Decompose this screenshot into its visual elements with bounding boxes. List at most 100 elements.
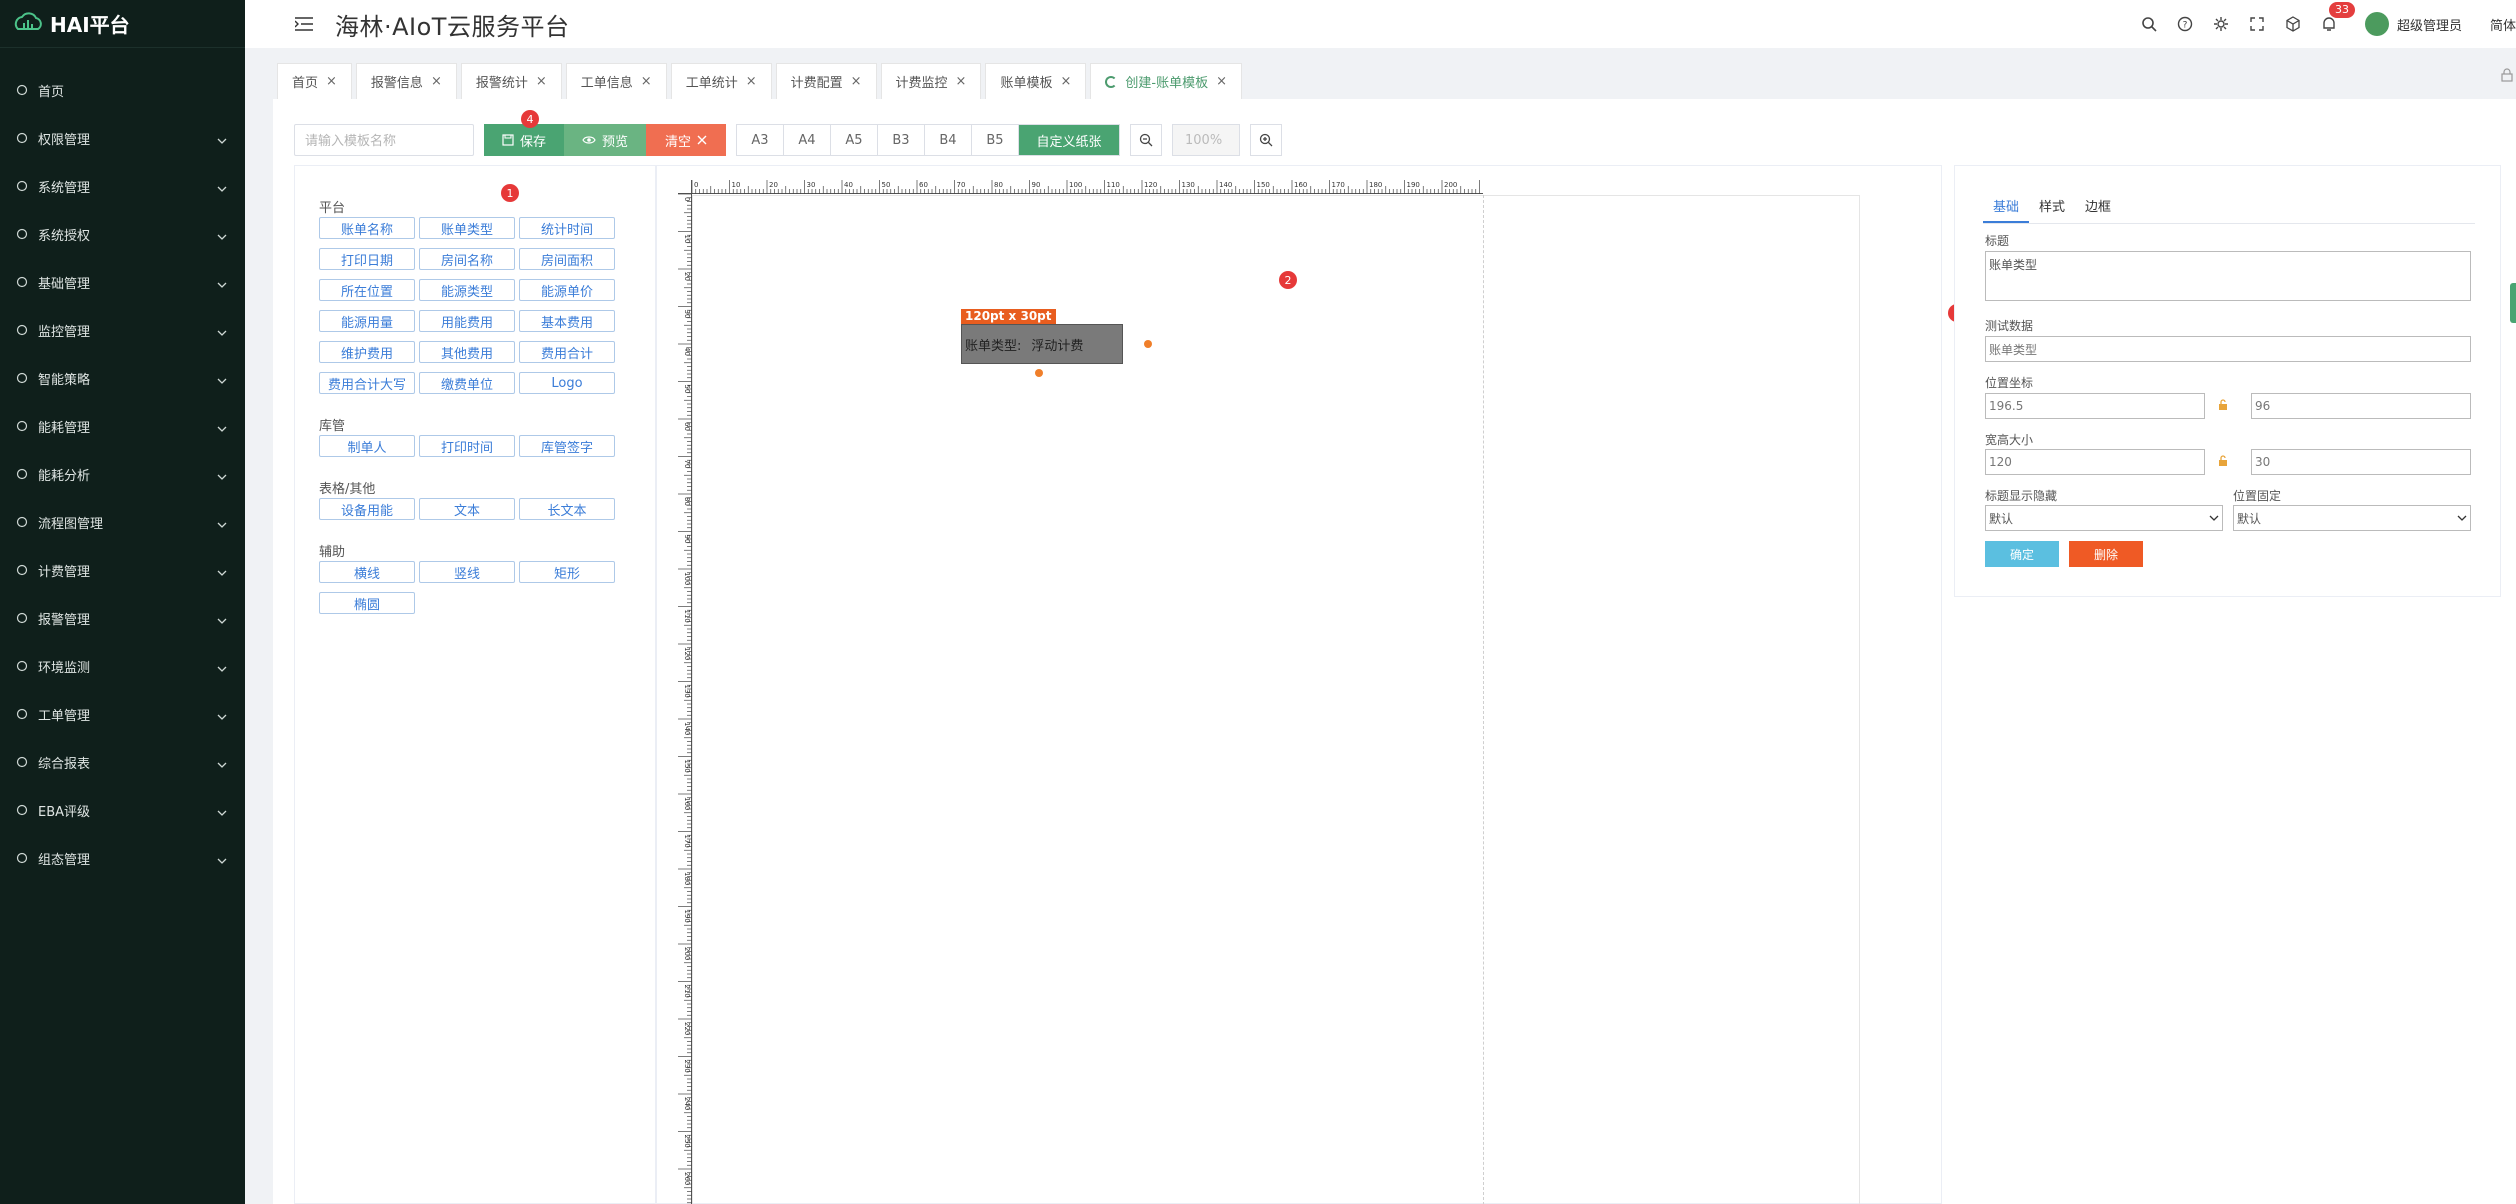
avatar[interactable]	[2364, 12, 2389, 36]
palette-field-button[interactable]: Logo	[519, 372, 615, 394]
palette-field-button[interactable]: 统计时间	[519, 217, 615, 239]
tab[interactable]: 报警统计 ×	[460, 63, 562, 99]
close-icon[interactable]: ×	[1060, 74, 1071, 89]
close-icon[interactable]: ×	[851, 74, 862, 89]
sidebar-item[interactable]: 监控管理	[0, 306, 245, 354]
confirm-button[interactable]: 确定	[1985, 541, 2059, 567]
user-name[interactable]: 超级管理员	[2397, 15, 2462, 34]
palette-field-button[interactable]: 椭圆	[319, 592, 415, 614]
palette-field-button[interactable]: 房间名称	[419, 248, 515, 270]
palette-field-button[interactable]: 打印时间	[419, 435, 515, 457]
size-lock-icon[interactable]	[2217, 455, 2231, 469]
test-data-input[interactable]	[1985, 336, 2471, 362]
close-icon[interactable]: ×	[641, 74, 652, 89]
palette-field-button[interactable]: 缴费单位	[419, 372, 515, 394]
title-display-select[interactable]: 默认	[1985, 505, 2223, 531]
palette-field-button[interactable]: 账单类型	[419, 217, 515, 239]
paper-size-button[interactable]: B4	[925, 125, 972, 155]
paper-size-button[interactable]: B5	[972, 125, 1019, 155]
sidebar-item[interactable]: 报警管理	[0, 594, 245, 642]
properties-tab[interactable]: 基础	[1983, 196, 2030, 223]
palette-field-button[interactable]: 能源用量	[319, 310, 415, 332]
sidebar-item[interactable]: 计费管理	[0, 546, 245, 594]
resize-handle-bottom[interactable]	[1035, 369, 1043, 377]
sidebar-item[interactable]: 首页	[0, 66, 245, 114]
tab[interactable]: 首页 ×	[277, 63, 352, 99]
tab[interactable]: 计费配置 ×	[775, 63, 877, 99]
sidebar-item[interactable]: 综合报表	[0, 738, 245, 786]
sidebar-item[interactable]: 环境监测	[0, 642, 245, 690]
close-icon[interactable]: ×	[536, 74, 547, 89]
palette-field-button[interactable]: 能源类型	[419, 279, 515, 301]
close-icon[interactable]: ×	[956, 74, 967, 89]
fullscreen-icon[interactable]	[2239, 6, 2275, 42]
lock-icon[interactable]	[2500, 68, 2516, 84]
height-input[interactable]	[2251, 449, 2471, 475]
custom-paper-button[interactable]: 自定义纸张	[1019, 125, 1119, 155]
resize-handle-right[interactable]	[1144, 340, 1152, 348]
palette-field-button[interactable]: 用能费用	[419, 310, 515, 332]
palette-field-button[interactable]: 打印日期	[319, 248, 415, 270]
palette-field-button[interactable]: 所在位置	[319, 279, 415, 301]
position-y-input[interactable]	[2251, 393, 2471, 419]
close-icon[interactable]: ×	[746, 74, 757, 89]
sidebar-item[interactable]: 能耗管理	[0, 402, 245, 450]
zoom-out-button[interactable]	[1130, 124, 1162, 156]
palette-field-button[interactable]: 制单人	[319, 435, 415, 457]
position-x-input[interactable]	[1985, 393, 2205, 419]
paper-size-button[interactable]: A4	[784, 125, 831, 155]
search-icon[interactable]	[2131, 6, 2167, 42]
logo[interactable]: HAI平台	[0, 0, 245, 48]
sidebar-item[interactable]: 工单管理	[0, 690, 245, 738]
position-lock-icon[interactable]	[2217, 399, 2231, 413]
sidebar-item[interactable]: 系统授权	[0, 210, 245, 258]
palette-field-button[interactable]: 维护费用	[319, 341, 415, 363]
selected-canvas-element[interactable]: 账单类型: 浮动计费	[961, 324, 1123, 364]
delete-button[interactable]: 删除	[2069, 541, 2143, 567]
template-name-input[interactable]	[294, 124, 474, 156]
sidebar-item[interactable]: 基础管理	[0, 258, 245, 306]
properties-tab[interactable]: 样式	[2029, 196, 2075, 223]
position-fixed-select[interactable]: 默认	[2233, 505, 2471, 531]
palette-field-button[interactable]: 库管签字	[519, 435, 615, 457]
paper-size-button[interactable]: B3	[878, 125, 925, 155]
palette-field-button[interactable]: 账单名称	[319, 217, 415, 239]
palette-field-button[interactable]: 能源单价	[519, 279, 615, 301]
cube-icon[interactable]	[2275, 6, 2311, 42]
tab[interactable]: 工单信息 ×	[565, 63, 667, 99]
palette-field-button[interactable]: 房间面积	[519, 248, 615, 270]
palette-field-button[interactable]: 文本	[419, 498, 515, 520]
close-icon[interactable]: ×	[431, 74, 442, 89]
palette-field-button[interactable]: 费用合计	[519, 341, 615, 363]
palette-field-button[interactable]: 长文本	[519, 498, 615, 520]
language-switch[interactable]: 简体中文	[2486, 15, 2516, 34]
tab[interactable]: 报警信息 ×	[355, 63, 457, 99]
menu-toggle-icon[interactable]	[293, 13, 315, 35]
palette-field-button[interactable]: 设备用能	[319, 498, 415, 520]
palette-field-button[interactable]: 基本费用	[519, 310, 615, 332]
close-icon[interactable]: ×	[1216, 74, 1227, 89]
help-icon[interactable]: ?	[2167, 6, 2203, 42]
title-textarea[interactable]	[1985, 251, 2471, 301]
palette-field-button[interactable]: 其他费用	[419, 341, 515, 363]
sidebar-item[interactable]: 系统管理	[0, 162, 245, 210]
sidebar-item[interactable]: 能耗分析	[0, 450, 245, 498]
paper-size-button[interactable]: A3	[737, 125, 784, 155]
zoom-in-button[interactable]	[1250, 124, 1282, 156]
sidebar-item[interactable]: EBA评级	[0, 786, 245, 834]
palette-field-button[interactable]: 横线	[319, 561, 415, 583]
paper-area[interactable]	[692, 195, 1860, 1204]
properties-tab[interactable]: 边框	[2075, 196, 2121, 223]
palette-field-button[interactable]: 竖线	[419, 561, 515, 583]
save-button[interactable]: 保存	[484, 124, 564, 156]
sidebar-item[interactable]: 组态管理	[0, 834, 245, 882]
sidebar-item[interactable]: 智能策略	[0, 354, 245, 402]
close-icon[interactable]: ×	[326, 74, 337, 89]
paper-size-button[interactable]: A5	[831, 125, 878, 155]
notification-bell-icon[interactable]: 33	[2311, 2, 2355, 42]
tab[interactable]: 账单模板 ×	[985, 63, 1087, 99]
preview-button[interactable]: 预览	[564, 124, 646, 156]
sidebar-item[interactable]: 流程图管理	[0, 498, 245, 546]
tab[interactable]: 计费监控 ×	[880, 63, 982, 99]
width-input[interactable]	[1985, 449, 2205, 475]
